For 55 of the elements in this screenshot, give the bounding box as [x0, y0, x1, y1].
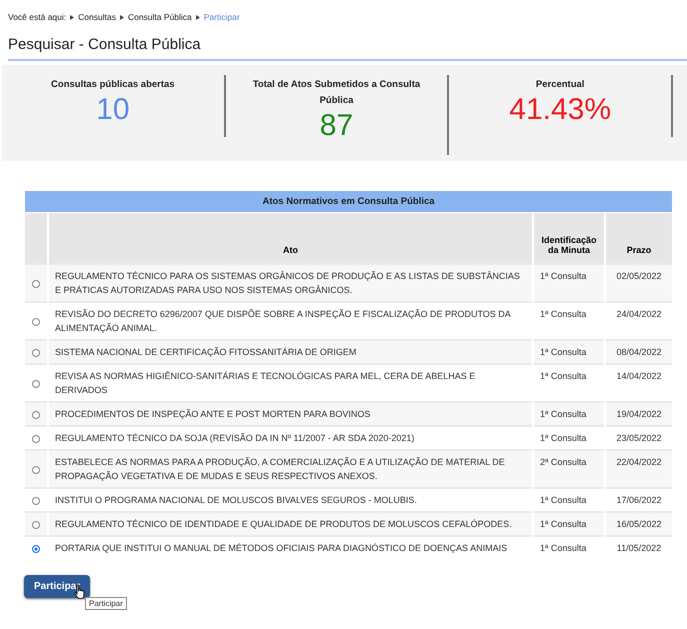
radio-button[interactable] [32, 348, 40, 357]
table-cell: SISTEMA NACIONAL DE CERTIFICAÇÃO FITOSSANITÁRIA DE ORIGEM [48, 340, 533, 364]
page-title: Pesquisar - Consulta Pública [8, 36, 687, 61]
radio-button[interactable] [32, 380, 40, 388]
breadcrumb-separator-icon [70, 14, 74, 20]
table-cell: 17/06/2022 [605, 488, 672, 512]
table-cell: 19/04/2022 [605, 402, 672, 426]
radio-button[interactable] [32, 280, 40, 288]
table-cell: 1ª Consulta [533, 264, 605, 302]
table-cell: REGULAMENTO TÉCNICO DA SOJA (REVISÃO DA IN Nº 11/2007 - AR SDA 2020-2021) [48, 426, 533, 450]
table-cell: 1ª Consulta [533, 302, 605, 340]
stat-value: 10 [96, 93, 130, 127]
stat-value: 41.43% [509, 93, 612, 127]
table-cell: 08/04/2022 [605, 340, 672, 364]
radio-button[interactable] [32, 410, 40, 419]
table-cell: 02/05/2022 [605, 264, 672, 302]
table-cell: ESTABELECE AS NORMAS PARA A PRODUÇÃO, A COMERCIALIZAÇÃO E A UTILIZAÇÃO DE MATERIAL DE PROPAGAÇÃO VEGETATIVA E DE MUDAS E SEUS RESPECTIVOS ANEXOS. [48, 450, 533, 488]
stat-value: 87 [320, 109, 354, 143]
breadcrumb-link[interactable]: Consultas [78, 12, 116, 22]
table-cell: 16/05/2022 [605, 512, 672, 536]
column-header: Ato [48, 212, 533, 264]
table-cell: REVISA AS NORMAS HIGIÊNICO-SANITÁRIAS E TECNOLÓGICAS PARA MEL, CERA DE ABELHAS E DERIVADOS [48, 364, 533, 402]
column-header: Prazo [605, 212, 672, 264]
table-title: Atos Normativos em Consulta Pública [25, 191, 672, 212]
table-cell: 1ª Consulta [533, 340, 605, 364]
table-cell: 2ª Consulta [533, 450, 605, 488]
table-cell: PROCEDIMENTOS DE INSPEÇÃO ANTE E POST MORTEN PARA BOVINOS [48, 402, 533, 426]
radio-button[interactable] [32, 520, 40, 529]
breadcrumb-separator-icon [196, 14, 200, 20]
table-cell: 24/04/2022 [605, 302, 672, 340]
breadcrumb-separator-icon [120, 14, 124, 20]
table-cell: 14/04/2022 [605, 364, 672, 402]
radio-button[interactable] [32, 318, 40, 326]
stat-label: Consultas públicas abertas [51, 78, 175, 92]
table-cell: 1ª Consulta [533, 512, 605, 536]
tooltip: Participar [85, 597, 127, 610]
radio-button[interactable] [32, 544, 40, 553]
table-cell: REGULAMENTO TÉCNICO DE IDENTIDADE E QUALIDADE DE PRODUTOS DE MOLUSCOS CEFALÓPODES. [48, 512, 533, 536]
stat-label: Percentual [536, 78, 584, 92]
table-cell: REGULAMENTO TÉCNICO PARA OS SISTEMAS ORGÂNICOS DE PRODUÇÃO E AS LISTAS DE SUBSTÂNCIAS E PRÁTICAS AUTORIZADAS PARA USO NOS SISTEMAS ORGÂNICOS. [48, 264, 533, 302]
table-cell: 1ª Consulta [533, 488, 605, 512]
table-cell: 22/04/2022 [605, 450, 672, 488]
table-cell: 1ª Consulta [533, 402, 605, 426]
table-cell: 1ª Consulta [533, 426, 605, 450]
breadcrumb-label: Você está aqui: [8, 12, 66, 22]
column-header: Identificação da Minuta [533, 212, 605, 264]
radio-button[interactable] [32, 466, 40, 474]
table-cell: REVISÃO DO DECRETO 6296/2007 QUE DISPÕE SOBRE A INSPEÇÃO E FISCALIZAÇÃO DE PRODUTOS DA ALIMENTAÇÃO ANIMAL. [48, 302, 533, 340]
radio-button[interactable] [32, 496, 40, 505]
stat-label: Total de Atos Submetidos a Consulta Pública [252, 78, 422, 108]
table-cell: INSTITUI O PROGRAMA NACIONAL DE MOLUSCOS BIVALVES SEGUROS - MOLUBIS. [48, 488, 533, 512]
table-cell: 1ª Consulta [533, 364, 605, 402]
radio-button[interactable] [32, 434, 40, 443]
breadcrumb-link[interactable]: Consulta Pública [128, 12, 192, 22]
table-cell: 23/05/2022 [605, 426, 672, 450]
